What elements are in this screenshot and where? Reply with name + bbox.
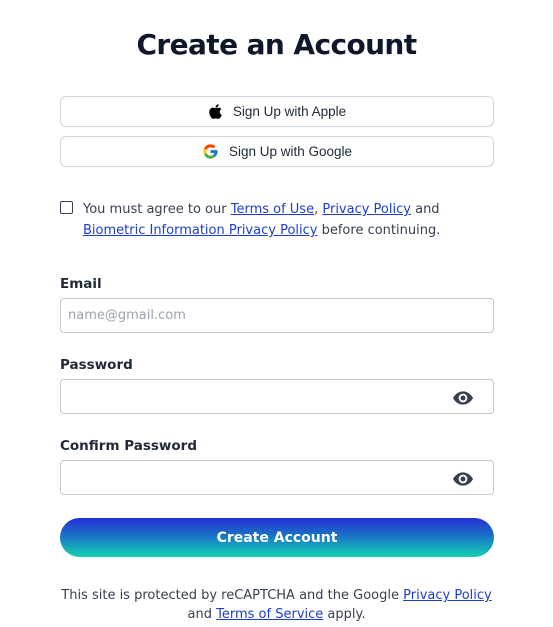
email-field-wrapper (60, 298, 494, 333)
apple-icon (208, 103, 223, 120)
footer-privacy-policy-link[interactable]: Privacy Policy (403, 588, 492, 603)
password-label: Password (60, 357, 133, 373)
privacy-policy-link[interactable]: Privacy Policy (322, 202, 411, 217)
sign-up-google-button[interactable]: Sign Up with Google (60, 136, 494, 167)
terms-of-service-link[interactable]: Terms of Service (216, 607, 323, 622)
recaptcha-text: This site is protected by reCAPTCHA and … (61, 588, 404, 603)
email-label: Email (60, 276, 102, 292)
email-field[interactable] (61, 299, 493, 332)
confirm-password-label: Confirm Password (60, 438, 198, 454)
agreement-checkbox[interactable] (60, 201, 73, 214)
agreement-row: You must agree to our Terms of Use, Priv… (60, 199, 500, 241)
recaptcha-line-2: and Terms of Service apply. (0, 605, 553, 624)
confirm-password-field-wrapper (60, 460, 494, 495)
sign-up-google-label: Sign Up with Google (228, 144, 353, 159)
password-field[interactable] (61, 380, 493, 413)
agreement-prefix: You must agree to our (83, 202, 231, 217)
recaptcha-apply-text: apply. (323, 607, 366, 622)
recaptcha-line-1: This site is protected by reCAPTCHA and … (0, 586, 553, 605)
google-icon (202, 143, 219, 160)
confirm-password-field[interactable] (61, 461, 493, 494)
recaptcha-notice: This site is protected by reCAPTCHA and … (0, 586, 553, 624)
biometric-policy-link[interactable]: Biometric Information Privacy Policy (83, 223, 317, 238)
agreement-suffix: before continuing. (317, 223, 441, 238)
terms-of-use-link[interactable]: Terms of Use (231, 202, 314, 217)
agreement-separator-and: and (410, 202, 440, 217)
create-account-button[interactable]: Create Account (60, 518, 494, 557)
recaptcha-and-text: and (187, 607, 217, 622)
password-field-wrapper (60, 379, 494, 414)
sign-up-apple-label: Sign Up with Apple (232, 104, 347, 119)
agreement-text: You must agree to our Terms of Use, Priv… (83, 199, 500, 241)
eye-icon[interactable] (453, 471, 473, 486)
page-title: Create an Account (136, 28, 417, 61)
eye-icon[interactable] (453, 390, 473, 405)
sign-up-apple-button[interactable]: Sign Up with Apple (60, 96, 494, 127)
